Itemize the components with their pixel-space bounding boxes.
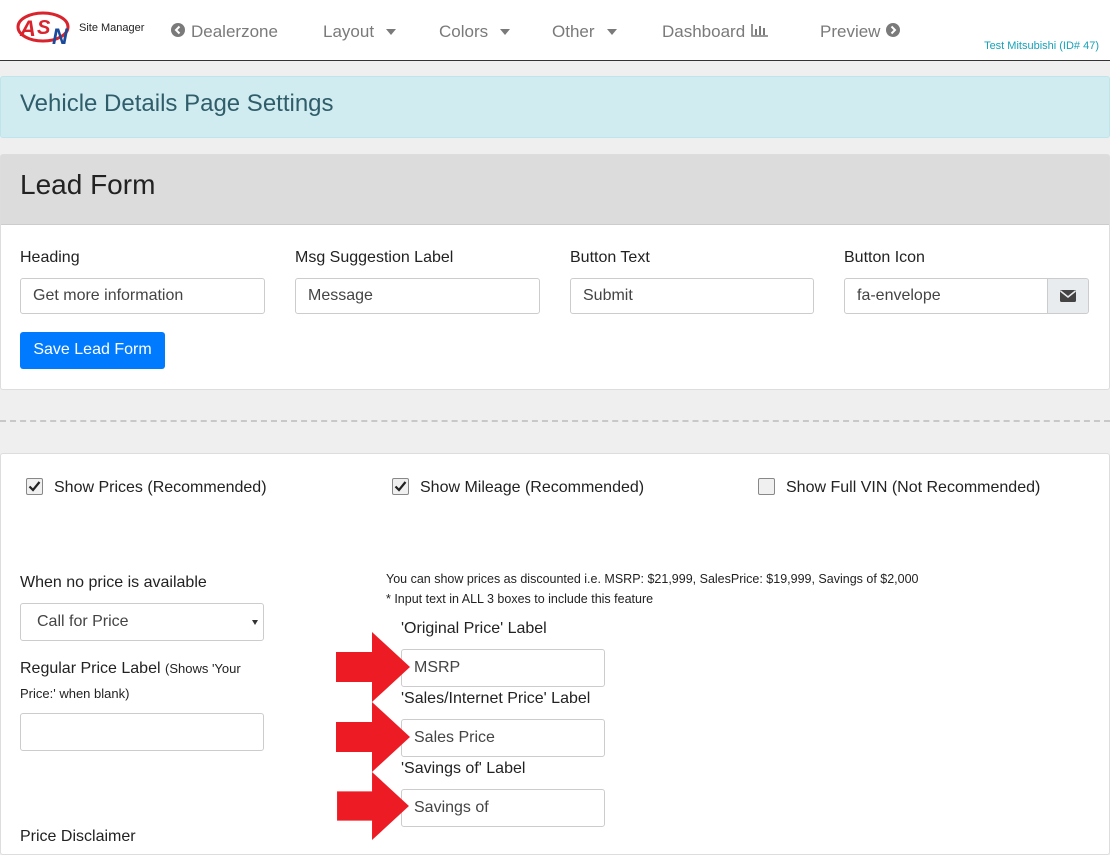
no-price-label: When no price is available (20, 574, 207, 591)
msg-suggestion-input[interactable]: Message (295, 278, 540, 314)
caret-down-icon (386, 29, 397, 35)
save-lead-form-button[interactable]: Save Lead Form (20, 332, 165, 369)
nav-colors-label: Colors (439, 22, 489, 41)
envelope-icon[interactable] (1047, 278, 1089, 314)
nav-layout-dropdown[interactable]: Layout (323, 22, 397, 42)
nav-preview-label: Preview (820, 22, 881, 41)
caret-down-icon (606, 29, 617, 35)
discount-note: You can show prices as discounted i.e. M… (386, 572, 919, 586)
regular-price-hint-2: Price:' when blank) (20, 686, 130, 701)
asn-logo[interactable]: A S N (16, 10, 78, 49)
button-icon-label: Button Icon (844, 249, 925, 266)
red-arrow-icon (337, 772, 409, 840)
original-price-label: 'Original Price' Label (401, 620, 547, 637)
chevron-down-icon (252, 620, 258, 625)
savings-label: 'Savings of' Label (401, 760, 526, 777)
no-price-select[interactable]: Call for Price (20, 603, 264, 641)
price-disclaimer-label: Price Disclaimer (20, 828, 136, 845)
nav-dealerzone-label: Dealerzone (191, 22, 278, 41)
svg-text:A: A (19, 16, 36, 41)
nav-other-dropdown[interactable]: Other (552, 22, 617, 42)
lead-form-card: Lead Form Heading Get more information M… (0, 154, 1110, 390)
caret-down-icon (500, 29, 511, 35)
show-full-vin-label: Show Full VIN (Not Recommended) (786, 479, 1041, 496)
red-arrow-icon (336, 632, 410, 702)
regular-price-label-text: Regular Price Label (20, 660, 161, 677)
nav-preview[interactable]: Preview (820, 22, 901, 42)
savings-input[interactable]: Savings of (401, 789, 605, 827)
page-title-banner: Vehicle Details Page Settings (0, 76, 1110, 138)
svg-text:N: N (52, 24, 69, 48)
arrow-circle-right-icon (886, 22, 901, 42)
nav-other-label: Other (552, 22, 595, 41)
red-arrow-icon (336, 702, 410, 772)
lead-form-title: Lead Form (20, 169, 156, 200)
regular-price-input[interactable] (20, 713, 264, 751)
nav-layout-label: Layout (323, 22, 375, 41)
button-icon-input[interactable]: fa-envelope (844, 278, 1048, 314)
page-title: Vehicle Details Page Settings (20, 90, 334, 117)
button-text-label: Button Text (570, 249, 650, 266)
no-price-select-value: Call for Price (37, 613, 129, 630)
show-prices-label: Show Prices (Recommended) (54, 479, 267, 496)
brand-text: Site Manager (79, 22, 145, 34)
lead-form-header: Lead Form (1, 155, 1109, 225)
nav-colors-dropdown[interactable]: Colors (439, 22, 511, 42)
sales-price-input[interactable]: Sales Price (401, 719, 605, 757)
arrow-circle-left-icon (171, 22, 185, 42)
regular-price-hint-1: (Shows 'Your (164, 661, 241, 676)
discount-note-hint: * Input text in ALL 3 boxes to include t… (386, 592, 654, 606)
show-mileage-checkbox[interactable] (392, 478, 409, 495)
show-full-vin-checkbox[interactable] (758, 478, 775, 495)
button-text-input[interactable]: Submit (570, 278, 814, 314)
nav-dealerzone[interactable]: Dealerzone (171, 22, 278, 42)
dealer-id-link[interactable]: Test Mitsubishi (ID# 47) (984, 40, 1099, 52)
show-mileage-label: Show Mileage (Recommended) (420, 479, 645, 496)
sales-price-label: 'Sales/Internet Price' Label (401, 690, 591, 707)
show-prices-checkbox[interactable] (26, 478, 43, 495)
section-divider (0, 420, 1110, 422)
msg-suggestion-label: Msg Suggestion Label (295, 249, 454, 266)
nav-dashboard-label: Dashboard (662, 22, 746, 41)
heading-input[interactable]: Get more information (20, 278, 265, 314)
original-price-input[interactable]: MSRP (401, 649, 605, 687)
top-navbar: A S N Site Manager Dealerzone Layout Col… (0, 0, 1110, 61)
regular-price-label: Regular Price Label (Shows 'Your (20, 660, 241, 678)
nav-dashboard[interactable]: Dashboard (662, 22, 769, 42)
svg-text:S: S (37, 17, 51, 39)
bar-chart-icon (751, 22, 769, 42)
heading-label: Heading (20, 249, 80, 266)
